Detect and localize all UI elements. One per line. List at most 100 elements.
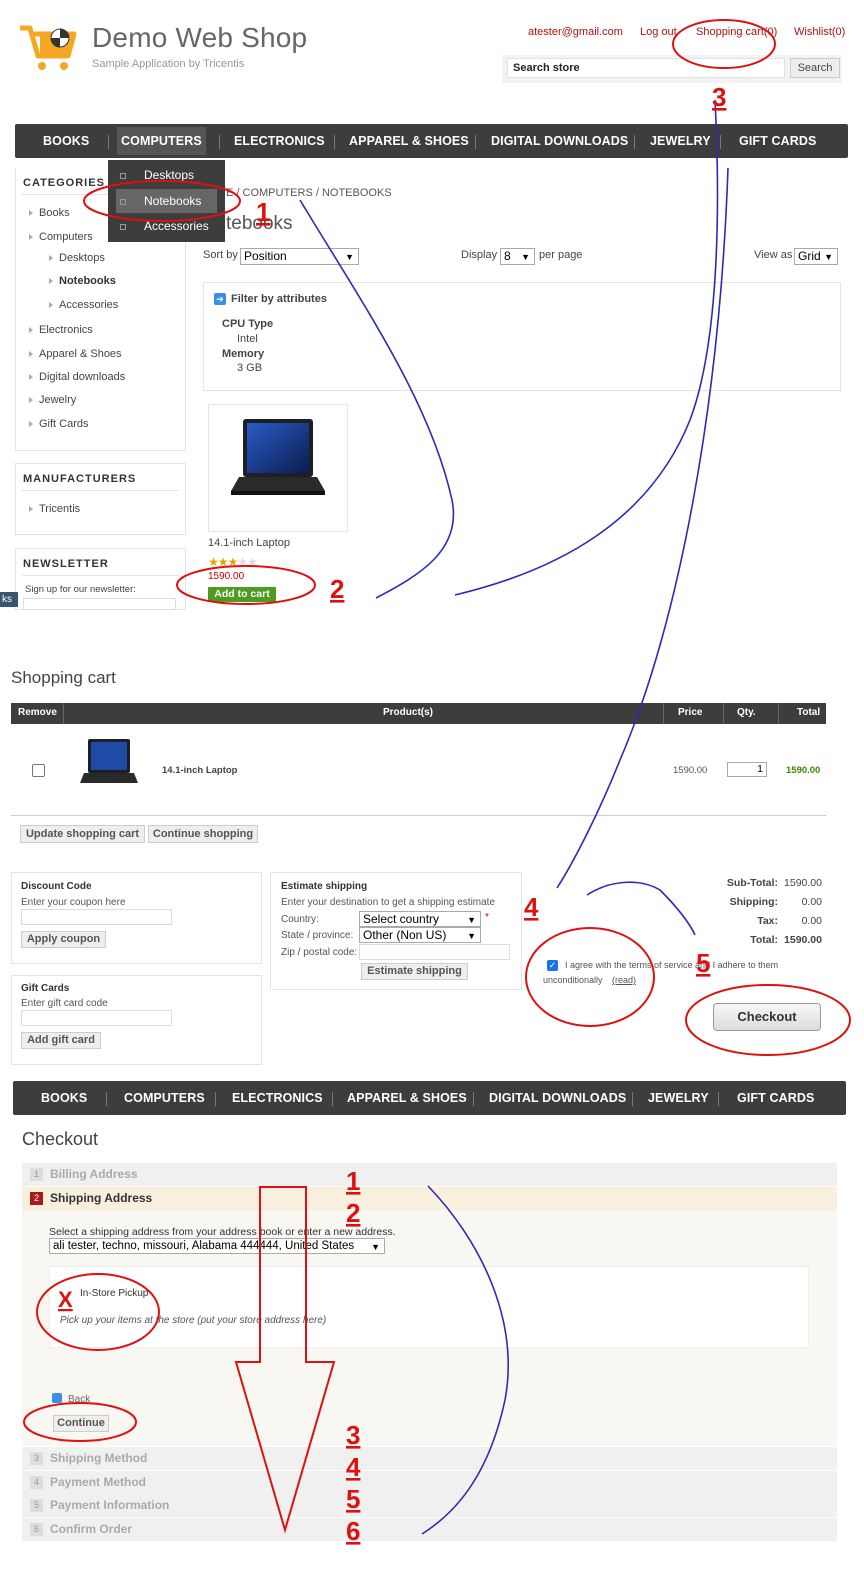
- newsletter-title: NEWSLETTER: [23, 558, 109, 570]
- wishlist-link[interactable]: Wishlist(0): [794, 26, 845, 38]
- checkout-button[interactable]: Checkout: [713, 1003, 821, 1031]
- apply-coupon-button[interactable]: Apply coupon: [21, 931, 106, 948]
- shopping-cart-link[interactable]: Shopping cart(0): [696, 26, 777, 38]
- pickup-box: In-Store Pickup Pick up your items at th…: [49, 1266, 809, 1348]
- newsletter-text: Sign up for our newsletter:: [25, 584, 136, 595]
- filter-memory-name: Memory: [222, 348, 265, 360]
- step-label: Shipping Method: [50, 1451, 148, 1465]
- menu2-jewelry[interactable]: JEWELRY: [648, 1081, 709, 1115]
- pickup-label[interactable]: In-Store Pickup: [80, 1288, 148, 1299]
- menu2-electronics[interactable]: ELECTRONICS: [232, 1081, 323, 1115]
- manufacturers-block: MANUFACTURERS Tricentis: [15, 463, 186, 535]
- remove-checkbox[interactable]: [32, 764, 45, 777]
- view-select[interactable]: Grid ▼: [794, 248, 838, 265]
- breadcrumb: E / COMPUTERS / NOTEBOOKS: [226, 187, 392, 199]
- step-shipping-address[interactable]: 2 Shipping Address: [22, 1187, 837, 1210]
- sidebar-item-computers[interactable]: Computers: [29, 231, 93, 243]
- menu2-digital-downloads[interactable]: DIGITAL DOWNLOADS: [489, 1081, 626, 1115]
- logout-link[interactable]: Log out: [640, 26, 677, 38]
- terms-text-line2: unconditionally: [543, 975, 603, 985]
- pickup-text: Pick up your items at the store (put you…: [60, 1315, 327, 1326]
- continue-button[interactable]: Continue: [53, 1415, 109, 1432]
- view-as-label: View as: [754, 249, 793, 261]
- sidebar-item-accessories[interactable]: Accessories: [49, 299, 118, 311]
- step-billing[interactable]: 1 Billing Address: [22, 1163, 837, 1186]
- step-payment-info[interactable]: 5 Payment Information: [22, 1494, 837, 1517]
- filter-cpu-value[interactable]: Intel: [237, 333, 258, 345]
- dropdown-desktops[interactable]: Desktops: [108, 163, 225, 187]
- step-confirm-order[interactable]: 6 Confirm Order: [22, 1518, 837, 1541]
- tax-value: 0.00: [801, 915, 822, 927]
- step-shipping-method[interactable]: 3 Shipping Method: [22, 1447, 837, 1470]
- update-cart-button[interactable]: Update shopping cart: [20, 825, 145, 843]
- estimate-shipping-button[interactable]: Estimate shipping: [361, 963, 468, 980]
- step-label: Payment Method: [50, 1475, 147, 1489]
- menu-computers[interactable]: COMPUTERS: [117, 127, 206, 155]
- menu2-books[interactable]: BOOKS: [41, 1081, 87, 1115]
- state-select[interactable]: Other (Non US) ▼: [359, 927, 481, 943]
- search-input[interactable]: Search store: [507, 58, 785, 78]
- address-select[interactable]: ali tester, techno, missouri, Alabama 44…: [49, 1238, 385, 1254]
- sidebar-item-apparel[interactable]: Apparel & Shoes: [29, 348, 122, 360]
- step-payment-method[interactable]: 4 Payment Method: [22, 1471, 837, 1494]
- sidebar-item-giftcards[interactable]: Gift Cards: [29, 418, 89, 430]
- sort-label: Sort by: [203, 249, 238, 261]
- shop-title[interactable]: Demo Web Shop: [92, 22, 307, 54]
- account-link[interactable]: atester@gmail.com: [528, 26, 623, 38]
- giftcard-input[interactable]: [21, 1010, 172, 1026]
- coupon-input[interactable]: [21, 909, 172, 925]
- product-rating: ★★★★★: [208, 555, 258, 569]
- sidebar-item-books[interactable]: Books: [29, 207, 70, 219]
- terms-checkbox[interactable]: ✓: [547, 960, 558, 971]
- back-link[interactable]: Back: [68, 1394, 90, 1405]
- sidebar-item-jewelry[interactable]: Jewelry: [29, 394, 76, 406]
- zip-input[interactable]: [359, 944, 510, 960]
- sidebar-item-electronics[interactable]: Electronics: [29, 324, 93, 336]
- menu-gift-cards[interactable]: GIFT CARDS: [739, 124, 816, 158]
- menu-jewelry[interactable]: JEWELRY: [650, 124, 711, 158]
- checkout-title: Checkout: [22, 1129, 99, 1149]
- total-value: 1590.00: [784, 934, 822, 946]
- discount-text: Enter your coupon here: [21, 897, 126, 908]
- product-image[interactable]: [208, 404, 348, 532]
- cart-item-name[interactable]: 14.1-inch Laptop: [162, 765, 237, 776]
- menu-electronics[interactable]: ELECTRONICS: [234, 124, 325, 158]
- edge-tab[interactable]: ks: [0, 592, 18, 607]
- country-label: Country:: [281, 914, 319, 925]
- add-to-cart-button[interactable]: Add to cart: [208, 587, 276, 602]
- menu-books[interactable]: BOOKS: [43, 124, 89, 158]
- terms-read-link[interactable]: (read): [612, 975, 636, 985]
- menu-digital-downloads[interactable]: DIGITAL DOWNLOADS: [491, 124, 628, 158]
- product-name[interactable]: 14.1-inch Laptop: [208, 537, 290, 549]
- menu2-computers[interactable]: COMPUTERS: [124, 1081, 205, 1115]
- cart-item-image[interactable]: [76, 737, 140, 796]
- sidebar-item-desktops[interactable]: Desktops: [49, 252, 105, 264]
- country-select[interactable]: Select country ▼: [359, 911, 481, 927]
- shop-subtitle: Sample Application by Tricentis: [92, 58, 245, 70]
- sort-select[interactable]: Position ▼: [240, 248, 359, 265]
- search-button[interactable]: Search: [790, 58, 840, 78]
- display-select[interactable]: 8 ▼: [500, 248, 535, 265]
- computers-dropdown: Desktops Notebooks Accessories: [108, 160, 225, 242]
- sidebar-item-notebooks[interactable]: Notebooks: [49, 275, 116, 287]
- shipping-value: 0.00: [801, 896, 822, 908]
- menu2-apparel-shoes[interactable]: APPAREL & SHOES: [347, 1081, 467, 1115]
- dropdown-accessories[interactable]: Accessories: [108, 214, 225, 238]
- step-label: Payment Information: [50, 1498, 170, 1512]
- filter-memory-value[interactable]: 3 GB: [237, 362, 262, 374]
- required-mark: *: [485, 912, 489, 923]
- menu2-gift-cards[interactable]: GIFT CARDS: [737, 1081, 814, 1115]
- manufacturers-title: MANUFACTURERS: [23, 473, 137, 485]
- add-giftcard-button[interactable]: Add gift card: [21, 1032, 101, 1049]
- sidebar-item-digital[interactable]: Digital downloads: [29, 371, 125, 383]
- per-page-label: per page: [539, 249, 583, 261]
- continue-shopping-button[interactable]: Continue shopping: [148, 825, 258, 843]
- newsletter-email-input[interactable]: [23, 598, 176, 610]
- chevron-down-icon: ▼: [467, 931, 476, 941]
- menu-apparel-shoes[interactable]: APPAREL & SHOES: [349, 124, 469, 158]
- step-number: 2: [30, 1192, 43, 1205]
- qty-input[interactable]: 1: [727, 762, 767, 777]
- manufacturer-tricentis[interactable]: Tricentis: [29, 503, 80, 515]
- dropdown-notebooks[interactable]: Notebooks: [116, 189, 217, 213]
- step-label: Billing Address: [50, 1167, 138, 1181]
